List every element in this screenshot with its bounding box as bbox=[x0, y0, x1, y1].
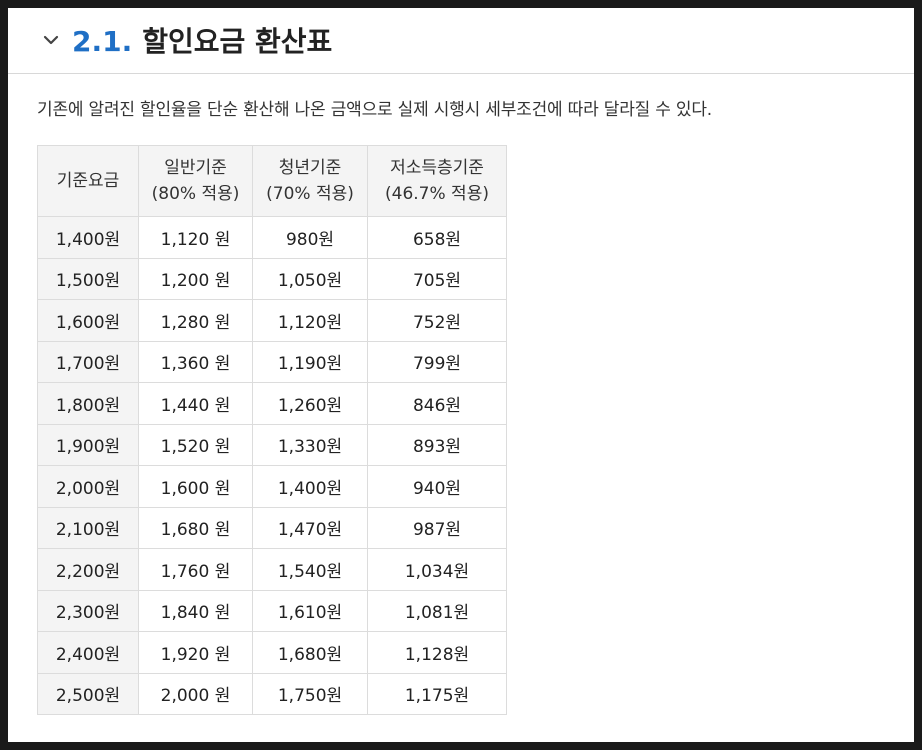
table-cell: 1,600 원 bbox=[138, 465, 253, 508]
table-cell: 1,900원 bbox=[37, 423, 139, 466]
table-row: 2,000원 1,600 원 1,400원 940원 bbox=[37, 465, 507, 508]
chevron-down-icon[interactable] bbox=[41, 30, 61, 50]
table-cell: 2,000 원 bbox=[138, 672, 253, 715]
table-row: 2,300원 1,840 원 1,610원 1,081원 bbox=[37, 589, 507, 632]
table-cell: 752원 bbox=[367, 299, 507, 342]
table-cell: 940원 bbox=[367, 465, 507, 508]
table-cell: 1,190원 bbox=[252, 340, 368, 383]
column-header: 저소득층기준 (46.7% 적용) bbox=[367, 145, 507, 217]
table-cell: 2,100원 bbox=[37, 506, 139, 549]
table-cell: 1,034원 bbox=[367, 548, 507, 591]
table-cell: 1,470원 bbox=[252, 506, 368, 549]
table-row: 1,800원 1,440 원 1,260원 846원 bbox=[37, 382, 507, 425]
table-cell: 1,050원 bbox=[252, 257, 368, 300]
table-cell: 2,300원 bbox=[37, 589, 139, 632]
table-cell: 1,750원 bbox=[252, 672, 368, 715]
table-row: 1,500원 1,200 원 1,050원 705원 bbox=[37, 257, 507, 300]
description-text: 기존에 알려진 할인율을 단순 환산해 나온 금액으로 실제 시행시 세부조건에… bbox=[37, 100, 713, 120]
column-header: 청년기준 (70% 적용) bbox=[252, 145, 368, 217]
table-cell: 893원 bbox=[367, 423, 507, 466]
table-cell: 1,260원 bbox=[252, 382, 368, 425]
column-header: 일반기준 (80% 적용) bbox=[138, 145, 253, 217]
table-cell: 1,175원 bbox=[367, 672, 507, 715]
table-cell: 1,400원 bbox=[252, 465, 368, 508]
table-cell: 1,200 원 bbox=[138, 257, 253, 300]
table-cell: 1,120 원 bbox=[138, 216, 253, 259]
table-row: 1,700원 1,360 원 1,190원 799원 bbox=[37, 340, 507, 383]
table-cell: 705원 bbox=[367, 257, 507, 300]
table-cell: 1,920 원 bbox=[138, 631, 253, 674]
table-cell: 1,128원 bbox=[367, 631, 507, 674]
table-cell: 1,680원 bbox=[252, 631, 368, 674]
table-cell: 846원 bbox=[367, 382, 507, 425]
table-cell: 987원 bbox=[367, 506, 507, 549]
table-row: 2,100원 1,680 원 1,470원 987원 bbox=[37, 506, 507, 549]
table-cell: 2,200원 bbox=[37, 548, 139, 591]
table-cell: 1,600원 bbox=[37, 299, 139, 342]
table-cell: 1,280 원 bbox=[138, 299, 253, 342]
table-cell: 2,500원 bbox=[37, 672, 139, 715]
column-header-label: 일반기준 bbox=[164, 158, 227, 178]
column-header-label: 청년기준 bbox=[278, 158, 342, 178]
column-header-sublabel: (70% 적용) bbox=[266, 184, 354, 204]
table-cell: 2,400원 bbox=[37, 631, 139, 674]
column-header: 기준요금 bbox=[37, 145, 139, 217]
table-row: 2,400원 1,920 원 1,680원 1,128원 bbox=[37, 631, 507, 674]
section-title: 할인요금 환산표 bbox=[142, 25, 333, 58]
table-cell: 1,800원 bbox=[37, 382, 139, 425]
column-header-label: 저소득층기준 bbox=[390, 158, 484, 178]
table-row: 2,200원 1,760 원 1,540원 1,034원 bbox=[37, 548, 507, 591]
table-cell: 799원 bbox=[367, 340, 507, 383]
table-cell: 1,440 원 bbox=[138, 382, 253, 425]
section-header[interactable]: 2.1. 할인요금 환산표 bbox=[8, 8, 914, 74]
table-cell: 1,540원 bbox=[252, 548, 368, 591]
table-cell: 1,081원 bbox=[367, 589, 507, 632]
column-header-sublabel: (46.7% 적용) bbox=[385, 184, 489, 204]
table-cell: 2,000원 bbox=[37, 465, 139, 508]
table-cell: 1,360 원 bbox=[138, 340, 253, 383]
table-cell: 1,120원 bbox=[252, 299, 368, 342]
table-cell: 1,400원 bbox=[37, 216, 139, 259]
section-heading: 2.1. 할인요금 환산표 bbox=[72, 22, 332, 62]
document-panel: 2.1. 할인요금 환산표 기존에 알려진 할인율을 단순 환산해 나온 금액으로… bbox=[8, 8, 914, 742]
section-number: 2.1. bbox=[72, 25, 133, 58]
table-row: 1,900원 1,520 원 1,330원 893원 bbox=[37, 423, 507, 466]
table-cell: 1,700원 bbox=[37, 340, 139, 383]
table-cell: 1,760 원 bbox=[138, 548, 253, 591]
table-row: 1,400원 1,120 원 980원 658원 bbox=[37, 216, 507, 259]
table-cell: 980원 bbox=[252, 216, 368, 259]
table-cell: 1,840 원 bbox=[138, 589, 253, 632]
table-row: 2,500원 2,000 원 1,750원 1,175원 bbox=[37, 672, 507, 715]
fare-conversion-table: 기준요금 일반기준 (80% 적용) 청년기준 (70% 적용) 저소득층기준 (46.7%… bbox=[37, 145, 507, 715]
table-cell: 1,500원 bbox=[37, 257, 139, 300]
table-header-row: 기준요금 일반기준 (80% 적용) 청년기준 (70% 적용) 저소득층기준 (46.7%… bbox=[37, 145, 507, 217]
table-row: 1,600원 1,280 원 1,120원 752원 bbox=[37, 299, 507, 342]
table-body: 1,400원 1,120 원 980원 658원 1,500원 1,200 원 1,050원… bbox=[37, 216, 507, 715]
column-header-label: 기준요금 bbox=[56, 171, 120, 191]
table-cell: 1,330원 bbox=[252, 423, 368, 466]
table-cell: 658원 bbox=[367, 216, 507, 259]
table-cell: 1,520 원 bbox=[138, 423, 253, 466]
column-header-sublabel: (80% 적용) bbox=[151, 184, 240, 204]
table-cell: 1,610원 bbox=[252, 589, 368, 632]
table-cell: 1,680 원 bbox=[138, 506, 253, 549]
